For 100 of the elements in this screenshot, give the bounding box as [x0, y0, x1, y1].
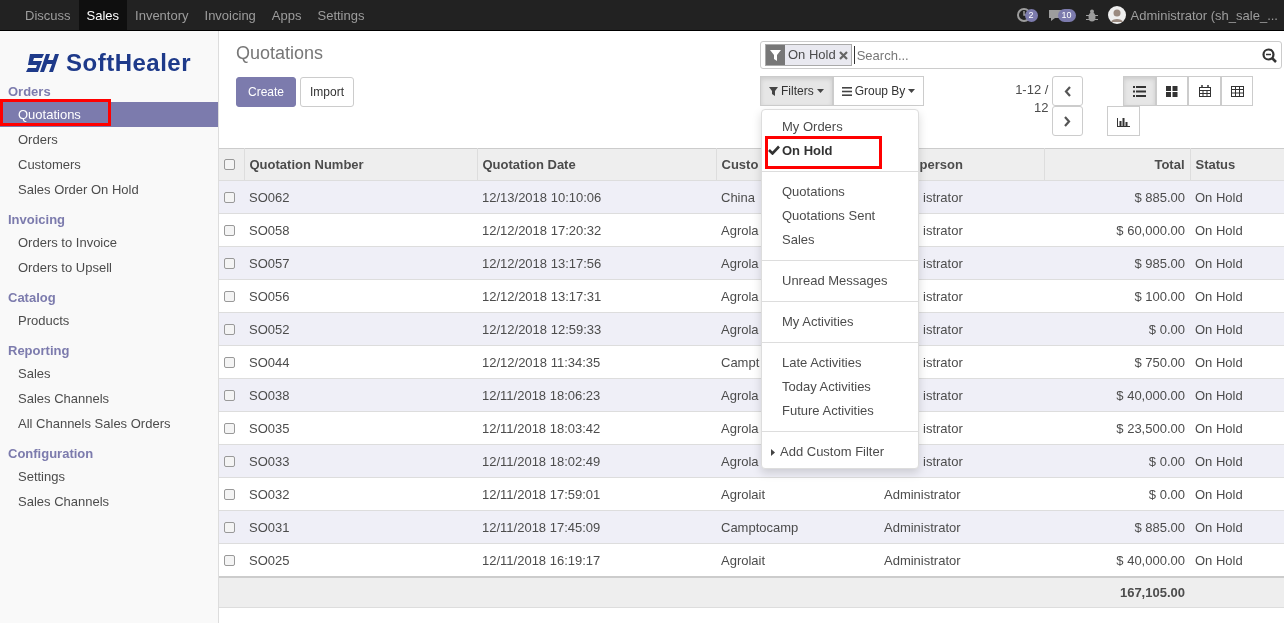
create-button[interactable]: Create — [236, 77, 297, 107]
sidebar-section-title: Orders — [7, 83, 52, 101]
column-header[interactable]: Quotation Date — [477, 148, 716, 181]
table-cell: SO044 — [244, 345, 477, 379]
table-cell: $ 0.00 — [1044, 444, 1190, 478]
app-menu-item[interactable]: Settings — [309, 0, 373, 30]
sidebar-item[interactable]: Orders to Invoice — [0, 230, 218, 255]
messages-button[interactable]: 10 — [1047, 8, 1076, 22]
row-checkbox[interactable] — [224, 356, 235, 368]
row-checkbox[interactable] — [224, 488, 235, 500]
table-cell: On Hold — [1190, 411, 1284, 445]
view-button[interactable] — [1155, 76, 1189, 106]
table-cell: 12/11/2018 17:59:01 — [477, 477, 716, 511]
filter-option[interactable]: Quotations — [782, 184, 845, 199]
bar-chart-icon — [1117, 115, 1131, 127]
app-menu-item[interactable]: Apps — [263, 0, 310, 30]
sidebar-item[interactable]: Sales Channels — [0, 386, 218, 411]
filter-option[interactable]: My Activities — [782, 314, 854, 329]
sidebar-item[interactable]: Settings — [0, 464, 218, 489]
table-cell: $ 60,000.00 — [1044, 213, 1190, 247]
sidebar-item[interactable]: Sales Channels — [0, 489, 218, 514]
sidebar-item[interactable]: Orders — [0, 127, 218, 152]
row-checkbox[interactable] — [224, 554, 235, 566]
app-menu-item[interactable]: Invoicing — [196, 0, 264, 30]
search-icon[interactable] — [1262, 47, 1277, 63]
view-button[interactable] — [1220, 76, 1254, 106]
activity-button[interactable]: 2 — [1016, 8, 1038, 22]
table-cell: 12/12/2018 12:59:33 — [477, 312, 716, 346]
sidebar-item[interactable]: Products — [0, 308, 218, 333]
row-checkbox[interactable] — [224, 455, 235, 467]
sidebar-section-title: Configuration — [7, 445, 95, 463]
row-checkbox[interactable] — [224, 323, 235, 335]
filter-icon — [770, 49, 781, 61]
row-checkbox[interactable] — [224, 224, 235, 236]
group-by-button[interactable]: Group By — [832, 76, 925, 106]
search-bar[interactable]: On Hold Search... — [760, 41, 1282, 69]
row-checkbox[interactable] — [224, 191, 235, 203]
row-checkbox[interactable] — [224, 290, 235, 302]
table-cell: SO033 — [244, 444, 477, 478]
table-cell: 12/11/2018 18:03:42 — [477, 411, 716, 445]
sidebar-item[interactable]: Quotations — [0, 102, 218, 127]
sidebar-item[interactable]: All Channels Sales Orders — [0, 411, 218, 436]
logo-text: SoftHealer — [66, 50, 192, 75]
table-cell: 12/11/2018 18:02:49 — [477, 444, 716, 478]
table-cell: $ 985.00 — [1044, 246, 1190, 280]
logo-icon — [26, 51, 60, 74]
table-cell: Camptocamp — [716, 510, 879, 544]
bug-icon[interactable] — [1085, 8, 1098, 22]
column-header[interactable]: Status — [1190, 148, 1284, 181]
user-menu[interactable]: Administrator (sh_sale_... — [1107, 6, 1278, 24]
table-cell: Administrator — [879, 510, 1044, 544]
user-name: Administrator (sh_sale_... — [1130, 7, 1278, 23]
table-cell: 12/13/2018 10:10:06 — [477, 180, 716, 214]
filter-option[interactable]: On Hold — [782, 143, 833, 158]
avatar-icon — [1107, 6, 1126, 24]
close-icon[interactable] — [838, 50, 848, 60]
sidebar-section-title: Reporting — [7, 342, 71, 360]
search-facet[interactable]: On Hold — [765, 44, 852, 66]
table-cell: On Hold — [1190, 312, 1284, 346]
view-button[interactable] — [1188, 76, 1221, 106]
sidebar-item[interactable]: Sales — [0, 361, 218, 386]
app-menu-item[interactable]: Sales — [78, 0, 128, 30]
filter-option[interactable]: Sales — [782, 232, 815, 247]
clock-icon — [1016, 8, 1031, 22]
next-button[interactable] — [1052, 106, 1084, 136]
column-header[interactable]: Total — [1044, 148, 1190, 181]
sidebar-item[interactable]: Customers — [0, 152, 218, 177]
table-cell: 12/12/2018 13:17:56 — [477, 246, 716, 280]
filter-option[interactable]: My Orders — [782, 119, 843, 134]
row-checkbox[interactable] — [224, 257, 235, 269]
menu-icon — [841, 86, 852, 96]
table-cell: $ 750.00 — [1044, 345, 1190, 379]
sidebar-item[interactable]: Sales Order On Hold — [0, 177, 218, 202]
filter-option[interactable]: Late Activities — [782, 355, 862, 370]
column-header[interactable]: Quotation Number — [244, 148, 477, 181]
previous-button[interactable] — [1052, 76, 1084, 106]
app-menu-item[interactable]: Discuss — [17, 0, 79, 30]
table-cell: $ 885.00 — [1044, 180, 1190, 214]
app-menu-item[interactable]: Inventory — [127, 0, 197, 30]
row-checkbox[interactable] — [224, 389, 235, 401]
table-cell: 12/12/2018 11:34:35 — [477, 345, 716, 379]
page-title: Quotations — [236, 43, 325, 64]
calendar-icon — [1198, 85, 1211, 97]
sidebar-item[interactable]: Orders to Upsell — [0, 255, 218, 280]
table-cell: $ 0.00 — [1044, 477, 1190, 511]
table-cell: $ 0.00 — [1044, 312, 1190, 346]
row-checkbox[interactable] — [224, 422, 235, 434]
table-cell: On Hold — [1190, 213, 1284, 247]
row-checkbox[interactable] — [224, 521, 235, 533]
view-button[interactable] — [1107, 106, 1140, 136]
view-button[interactable] — [1123, 76, 1156, 106]
table-cell: On Hold — [1190, 477, 1284, 511]
table-cell: $ 100.00 — [1044, 279, 1190, 313]
search-input[interactable]: Search... — [853, 46, 1262, 64]
select-all-checkbox[interactable] — [224, 159, 235, 170]
table-cell: On Hold — [1190, 180, 1284, 214]
table-cell: 12/11/2018 18:06:23 — [477, 378, 716, 412]
filter-option[interactable]: Today Activities — [782, 379, 871, 394]
filters-button[interactable]: Filters — [760, 76, 833, 106]
import-button[interactable]: Import — [300, 77, 355, 107]
